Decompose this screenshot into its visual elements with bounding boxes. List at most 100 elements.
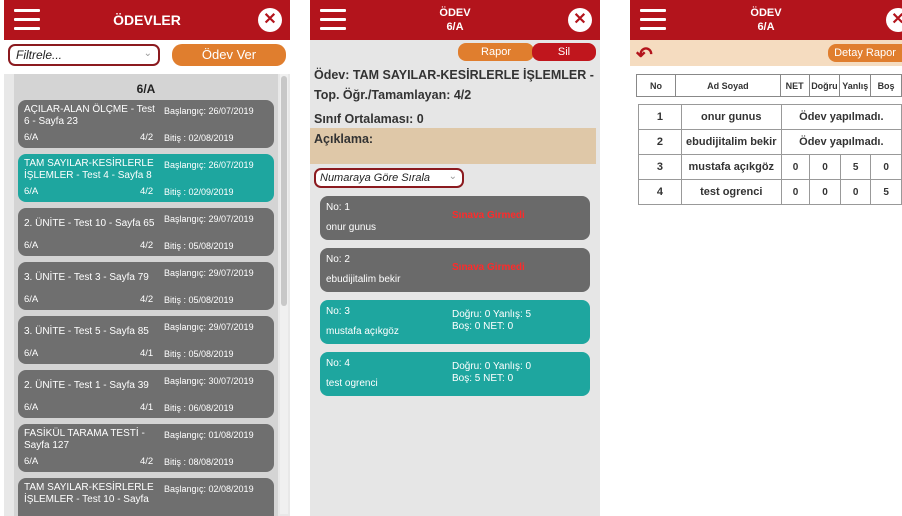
card-end: Bitiş : 08/08/2019	[164, 457, 234, 467]
cell-name: test ogrenci	[680, 179, 782, 205]
detail-report-button[interactable]: Detay Rapor	[828, 44, 902, 62]
table-row: 2 ebudijitalim bekir Ödev yapılmadı.	[638, 129, 902, 155]
table-row: 3 mustafa açıkgöz 0 0 5 0	[638, 154, 902, 180]
col-header-name: Ad Soyad	[675, 74, 781, 97]
page-title: ÖDEVLER	[113, 12, 181, 28]
report-table-header: No Ad Soyad NET Doğru Yanlış Boş	[635, 74, 902, 97]
card-start: Başlangıç: 29/07/2019	[164, 268, 254, 278]
chevron-down-icon: ⌄	[143, 48, 152, 59]
menu-icon[interactable]	[640, 9, 666, 31]
homework-card[interactable]: TAM SAYILAR-KESİRLERLE İŞLEMLER - Test 1…	[18, 478, 274, 516]
student-name: onur gunus	[326, 222, 377, 233]
student-no: No: 4	[326, 358, 350, 369]
close-icon[interactable]: ✕	[258, 8, 282, 32]
card-class: 6/A	[24, 240, 39, 251]
homework-card[interactable]: 3. ÜNİTE - Test 3 - Sayfa 79 Başlangıç: …	[18, 262, 274, 310]
cell-net: 0	[780, 179, 811, 205]
close-icon[interactable]: ✕	[568, 8, 592, 32]
card-end: Bitiş : 05/08/2019	[164, 241, 234, 251]
card-title: TAM SAYILAR-KESİRLERLE İŞLEMLER - Test 1…	[24, 482, 154, 505]
cell-name: onur gunus	[680, 104, 782, 130]
close-icon[interactable]: ✕	[886, 8, 902, 32]
cell-message: Ödev yapılmadı.	[780, 104, 902, 130]
page-title-line2: 6/A	[757, 21, 775, 33]
cell-no: 1	[638, 104, 682, 130]
chevron-down-icon: ⌄	[448, 171, 457, 182]
card-title: 3. ÜNİTE - Test 3 - Sayfa 79	[24, 272, 149, 283]
student-result-line2: Boş: 5 NET: 0	[452, 373, 514, 384]
homework-card[interactable]: 3. ÜNİTE - Test 5 - Sayfa 85 Başlangıç: …	[18, 316, 274, 364]
detail-report-screen: ÖDEV 6/A ✕ ↶ Detay Rapor No Ad Soyad NET …	[630, 0, 902, 516]
card-start: Başlangıç: 01/08/2019	[164, 430, 254, 440]
card-start: Başlangıç: 30/07/2019	[164, 376, 254, 386]
card-start: Başlangıç: 02/08/2019	[164, 484, 254, 494]
student-name: test ogrenci	[326, 378, 378, 389]
card-end: Bitiş : 05/08/2019	[164, 349, 234, 359]
app-header: ÖDEVLER ✕	[4, 0, 290, 40]
student-result-line1: Doğru: 0 Yanlış: 0	[452, 361, 532, 372]
student-result-line2: Boş: 0 NET: 0	[452, 321, 514, 332]
cell-no: 2	[638, 129, 682, 155]
menu-icon[interactable]	[14, 9, 40, 31]
menu-icon[interactable]	[320, 9, 346, 31]
homework-card[interactable]: FASİKÜL TARAMA TESTİ - Sayfa 127 Başlang…	[18, 424, 274, 472]
card-count: 4/2	[140, 294, 154, 305]
action-bar: Rapor Sil	[310, 40, 600, 64]
card-start: Başlangıç: 26/07/2019	[164, 106, 254, 116]
student-name: mustafa açıkgöz	[326, 326, 399, 337]
homework-card[interactable]: 2. ÜNİTE - Test 1 - Sayfa 39 Başlangıç: …	[18, 370, 274, 418]
scrollbar[interactable]	[280, 74, 288, 514]
sub-toolbar: ↶ Detay Rapor	[630, 40, 902, 66]
cell-message: Ödev yapılmadı.	[780, 129, 902, 155]
col-header-no: No	[635, 74, 677, 97]
assign-homework-button[interactable]: Ödev Ver	[172, 44, 286, 66]
homework-card[interactable]: 2. ÜNİTE - Test 10 - Sayfa 65 Başlangıç:…	[18, 208, 274, 256]
app-header: ÖDEV 6/A ✕	[630, 0, 902, 40]
student-card[interactable]: No: 3 mustafa açıkgöz Doğru: 0 Yanlış: 5…	[320, 300, 590, 344]
sort-select[interactable]: Numaraya Göre Sırala ⌄	[314, 168, 464, 188]
student-no: No: 3	[326, 306, 350, 317]
cell-name: mustafa açıkgöz	[680, 154, 782, 180]
page-title-line1: ÖDEV	[439, 7, 471, 19]
filter-placeholder: Filtrele...	[16, 48, 63, 62]
cell-empty: 5	[870, 179, 902, 205]
card-title: 3. ÜNİTE - Test 5 - Sayfa 85	[24, 326, 149, 337]
card-count: 4/2	[140, 186, 154, 197]
card-end: Bitiş : 02/09/2019	[164, 187, 234, 197]
homework-detail-screen: ÖDEV 6/A ✕ Rapor Sil Ödev: TAM SAYILAR-KE…	[310, 0, 600, 516]
student-card[interactable]: No: 4 test ogrenci Doğru: 0 Yanlış: 0 Bo…	[320, 352, 590, 396]
filter-bar: Filtrele... ⌄ Ödev Ver	[4, 40, 290, 74]
homework-list-screen: ÖDEVLER ✕ Filtrele... ⌄ Ödev Ver 6/A AÇIL…	[4, 0, 290, 516]
report-table: 1 onur gunus Ödev yapılmadı. 2 ebudijita…	[638, 104, 902, 205]
cell-correct: 0	[809, 154, 841, 180]
cell-wrong: 0	[839, 179, 872, 205]
cell-correct: 0	[809, 179, 841, 205]
student-card[interactable]: No: 1 onur gunus Sınava Girmedi	[320, 196, 590, 240]
filter-select[interactable]: Filtrele... ⌄	[8, 44, 160, 66]
cell-no: 3	[638, 154, 682, 180]
back-arrow-icon[interactable]: ↶	[636, 42, 653, 67]
report-button[interactable]: Rapor	[458, 43, 534, 61]
student-no: No: 2	[326, 254, 350, 265]
cell-name: ebudijitalim bekir	[680, 129, 782, 155]
col-header-net: NET	[779, 74, 810, 97]
scrollbar-thumb[interactable]	[281, 76, 287, 306]
homework-card[interactable]: AÇILAR-ALAN ÖLÇME - Test 6 - Sayfa 23 Ba…	[18, 100, 274, 148]
card-start: Başlangıç: 29/07/2019	[164, 322, 254, 332]
homework-name: Ödev: TAM SAYILAR-KESİRLERLE İŞLEMLER -	[314, 68, 594, 82]
homework-card-selected[interactable]: TAM SAYILAR-KESİRLERLE İŞLEMLER - Test 4…	[18, 154, 274, 202]
card-title: FASİKÜL TARAMA TESTİ - Sayfa 127	[24, 428, 145, 451]
page-title-line2: 6/A	[446, 21, 464, 33]
cell-net: 0	[780, 154, 811, 180]
class-header: 6/A	[136, 82, 156, 96]
student-card[interactable]: No: 2 ebudijitalim bekir Sınava Girmedi	[320, 248, 590, 292]
homework-list: 6/A AÇILAR-ALAN ÖLÇME - Test 6 - Sayfa 2…	[14, 74, 278, 516]
sort-label: Numaraya Göre Sırala	[320, 172, 431, 184]
cell-wrong: 5	[839, 154, 872, 180]
delete-button[interactable]: Sil	[532, 43, 596, 61]
card-end: Bitiş : 05/08/2019	[164, 295, 234, 305]
card-class: 6/A	[24, 402, 39, 413]
card-class: 6/A	[24, 132, 39, 143]
card-count: 4/2	[140, 240, 154, 251]
card-class: 6/A	[24, 348, 39, 359]
